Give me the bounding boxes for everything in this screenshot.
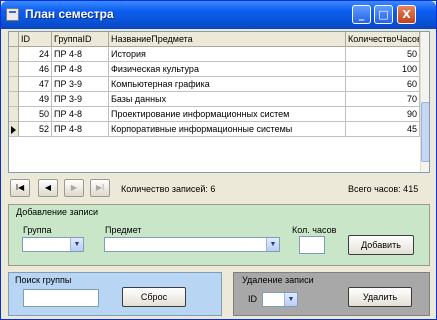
group-label: Группа	[23, 225, 52, 235]
delete-panel-title: Удаление записи	[242, 275, 314, 285]
cell-hours[interactable]: 50	[346, 47, 420, 62]
window-title: План семестра	[25, 7, 114, 21]
cell-subject[interactable]: История	[109, 47, 346, 62]
column-header-group[interactable]: ГруппаID	[52, 32, 109, 47]
cell-subject[interactable]: Проектирование информационных систем	[109, 107, 346, 122]
prev-record-button[interactable]: ◀	[38, 179, 58, 197]
search-panel-title: Поиск группы	[15, 275, 72, 285]
cell-group[interactable]: ПР 3-9	[52, 92, 109, 107]
cell-subject[interactable]: Базы данных	[109, 92, 346, 107]
cell-hours[interactable]: 90	[346, 107, 420, 122]
cell-group[interactable]: ПР 4-8	[52, 122, 109, 137]
cell-group[interactable]: ПР 3-9	[52, 77, 109, 92]
cell-id[interactable]: 52	[19, 122, 52, 137]
row-selector[interactable]	[9, 47, 19, 62]
last-record-button[interactable]: ▶I	[90, 179, 110, 197]
first-record-button[interactable]: I◀	[10, 179, 30, 197]
chevron-down-icon[interactable]: ▼	[70, 238, 83, 251]
chevron-down-icon[interactable]: ▼	[266, 238, 279, 251]
add-record-panel: Добавление записи Группа ▼ Предмет ▼ Кол…	[8, 204, 430, 266]
title-bar[interactable]: План семестра _ □ X	[1, 1, 436, 29]
column-header-hours[interactable]: КоличествоЧасов	[346, 32, 420, 47]
cell-subject[interactable]: Компьютерная графика	[109, 77, 346, 92]
current-row-arrow-icon	[11, 126, 16, 134]
reset-button[interactable]: Сброс	[122, 287, 186, 307]
table-row[interactable]: 49 ПР 3-9 Базы данных 70	[9, 92, 420, 107]
subject-select[interactable]: ▼	[104, 237, 280, 252]
search-input[interactable]	[23, 289, 99, 307]
next-record-button[interactable]: ▶	[64, 179, 84, 197]
chevron-down-icon[interactable]: ▼	[284, 293, 297, 306]
add-panel-title: Добавление записи	[16, 207, 99, 217]
subject-label: Предмет	[105, 225, 142, 235]
hours-input[interactable]	[299, 236, 325, 254]
cell-subject[interactable]: Физическая культура	[109, 62, 346, 77]
cell-group[interactable]: ПР 4-8	[52, 47, 109, 62]
cell-id[interactable]: 49	[19, 92, 52, 107]
column-header-subject[interactable]: НазваниеПредмета	[109, 32, 346, 47]
id-select[interactable]: ▼	[262, 292, 298, 307]
table-row[interactable]: 50 ПР 4-8 Проектирование информационных си…	[9, 107, 420, 122]
cell-hours[interactable]: 60	[346, 77, 420, 92]
maximize-button[interactable]: □	[374, 5, 393, 24]
cell-group[interactable]: ПР 4-8	[52, 107, 109, 122]
table-row[interactable]: 24 ПР 4-8 История 50	[9, 47, 420, 62]
data-grid[interactable]: ID ГруппаID НазваниеПредмета КоличествоЧ…	[8, 31, 430, 173]
cell-id[interactable]: 47	[19, 77, 52, 92]
row-selector-header	[9, 32, 19, 47]
cell-hours[interactable]: 100	[346, 62, 420, 77]
table-row[interactable]: 52 ПР 4-8 Корпоративные информационные сис…	[9, 122, 420, 137]
hours-label: Кол. часов	[292, 225, 337, 235]
row-selector[interactable]	[9, 77, 19, 92]
add-button[interactable]: Добавить	[348, 235, 414, 255]
record-navigator: I◀ ◀ ▶ ▶I Количество записей: 6 Всего ча…	[8, 177, 430, 201]
table-row[interactable]: 47 ПР 3-9 Компьютерная графика 60	[9, 77, 420, 92]
grid-header: ID ГруппаID НазваниеПредмета КоличествоЧ…	[9, 32, 420, 47]
records-count: Количество записей: 6	[121, 184, 216, 194]
delete-record-panel: Удаление записи ID ▼ Удалить	[233, 272, 430, 316]
minimize-button[interactable]: _	[352, 5, 371, 24]
app-form-icon	[6, 8, 19, 21]
cell-hours[interactable]: 70	[346, 92, 420, 107]
row-selector[interactable]	[9, 107, 19, 122]
cell-id[interactable]: 46	[19, 62, 52, 77]
scrollbar-thumb[interactable]	[421, 102, 429, 162]
close-button[interactable]: X	[397, 5, 416, 24]
column-header-id[interactable]: ID	[19, 32, 52, 47]
row-selector[interactable]	[9, 62, 19, 77]
app-window: План семестра _ □ X ID ГруппаID Название…	[0, 0, 437, 320]
group-select[interactable]: ▼	[22, 237, 84, 252]
cell-id[interactable]: 24	[19, 47, 52, 62]
row-selector[interactable]	[9, 92, 19, 107]
id-label: ID	[248, 294, 257, 304]
row-selector[interactable]	[9, 122, 19, 137]
delete-button[interactable]: Удалить	[348, 287, 412, 307]
total-hours: Всего часов: 415	[348, 184, 419, 194]
cell-subject[interactable]: Корпоративные информационные системы	[109, 122, 346, 137]
grid-scrollbar[interactable]	[420, 32, 429, 172]
cell-group[interactable]: ПР 4-8	[52, 62, 109, 77]
cell-hours[interactable]: 45	[346, 122, 420, 137]
table-row[interactable]: 46 ПР 4-8 Физическая культура 100	[9, 62, 420, 77]
search-group-panel: Поиск группы Сброс	[8, 272, 222, 316]
cell-id[interactable]: 50	[19, 107, 52, 122]
